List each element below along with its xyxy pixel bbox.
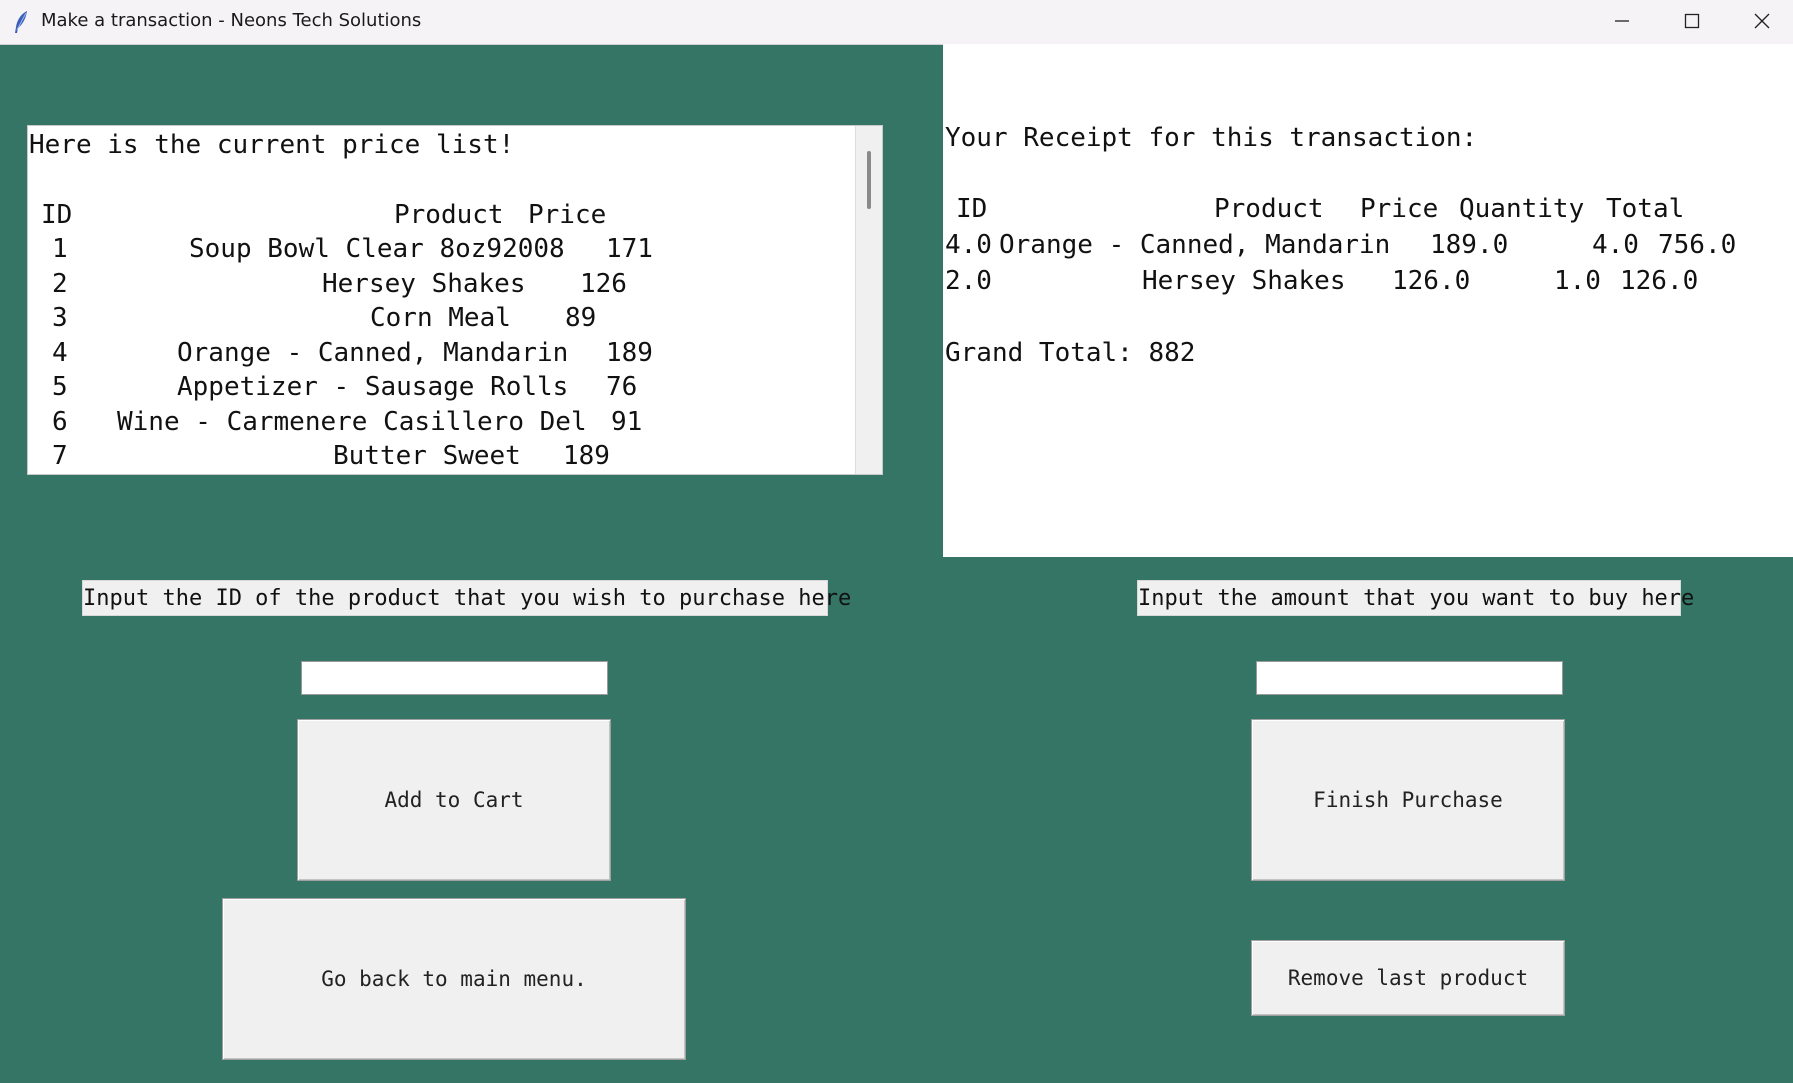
price-row-price: 126 bbox=[580, 269, 627, 299]
price-list-heading: Here is the current price list! bbox=[29, 130, 515, 160]
receipt-header-quantity: Quantity bbox=[1459, 194, 1585, 224]
receipt-heading: Your Receipt for this transaction: bbox=[945, 123, 1478, 153]
price-row-product: Soup Bowl Clear 8oz92008 bbox=[189, 234, 565, 264]
price-row-price: 76 bbox=[606, 372, 638, 402]
receipt-header-total: Total bbox=[1606, 194, 1685, 224]
price-row-id: 2 bbox=[52, 269, 68, 299]
price-row-id: 7 bbox=[52, 441, 68, 471]
minimize-button[interactable] bbox=[1587, 0, 1657, 42]
price-row-id: 4 bbox=[52, 338, 68, 368]
maximize-button[interactable] bbox=[1657, 0, 1727, 42]
back-to-main-menu-label: Go back to main menu. bbox=[321, 967, 587, 991]
remove-last-product-button[interactable]: Remove last product bbox=[1251, 940, 1565, 1016]
title-bar: Make a transaction - Neons Tech Solution… bbox=[0, 0, 1793, 45]
price-row-id: 3 bbox=[52, 303, 68, 333]
back-to-main-menu-button[interactable]: Go back to main menu. bbox=[222, 898, 686, 1060]
grand-total: Grand Total: 882 bbox=[945, 338, 1196, 368]
close-icon bbox=[1754, 13, 1770, 29]
price-row-price: 91 bbox=[611, 407, 643, 437]
receipt-row-product: Orange - Canned, Mandarin bbox=[999, 230, 1391, 260]
amount-prompt: Input the amount that you want to buy he… bbox=[1137, 580, 1694, 616]
receipt-textbox[interactable]: Your Receipt for this transaction: ID Pr… bbox=[943, 44, 1793, 557]
remove-last-product-label: Remove last product bbox=[1287, 966, 1529, 990]
price-row-id: 6 bbox=[52, 407, 68, 437]
receipt-row-total: 126.0 bbox=[1620, 266, 1699, 296]
price-list-textbox[interactable]: Here is the current price list! ID Produ… bbox=[27, 125, 883, 475]
receipt-row-total: 756.0 bbox=[1658, 230, 1737, 260]
receipt-row-quantity: 1.0 bbox=[1554, 266, 1601, 296]
price-list-header-product: Product bbox=[394, 200, 504, 230]
window-title: Make a transaction - Neons Tech Solution… bbox=[41, 10, 422, 31]
price-row-price: 189 bbox=[563, 441, 610, 471]
scrollbar-thumb[interactable] bbox=[867, 151, 871, 209]
price-row-product: Butter Sweet bbox=[333, 441, 521, 471]
minimize-icon bbox=[1615, 20, 1629, 22]
feather-icon bbox=[12, 10, 30, 34]
product-id-input[interactable] bbox=[301, 661, 608, 695]
receipt-row-id: 2.0 bbox=[945, 266, 992, 296]
product-id-prompt: Input the ID of the product that you wis… bbox=[82, 580, 851, 616]
maximize-icon bbox=[1684, 13, 1700, 29]
price-row-product: Corn Meal bbox=[370, 303, 511, 333]
price-row-price: 189 bbox=[606, 338, 653, 368]
receipt-row-product: Hersey Shakes bbox=[1142, 266, 1346, 296]
add-to-cart-label: Add to Cart bbox=[384, 788, 524, 812]
close-button[interactable] bbox=[1727, 0, 1793, 42]
receipt-row-id: 4.0 bbox=[945, 230, 992, 260]
add-to-cart-button[interactable]: Add to Cart bbox=[297, 719, 611, 881]
receipt-header-price: Price bbox=[1360, 194, 1439, 224]
price-list-scrollbar[interactable] bbox=[855, 126, 882, 474]
price-list-header-price: Price bbox=[528, 200, 607, 230]
price-row-price: 171 bbox=[606, 234, 653, 264]
receipt-row-quantity: 4.0 bbox=[1592, 230, 1639, 260]
amount-input[interactable] bbox=[1256, 661, 1563, 695]
price-row-product: Hersey Shakes bbox=[322, 269, 526, 299]
price-list-header-id: ID bbox=[41, 200, 73, 230]
receipt-header-id: ID bbox=[956, 194, 988, 224]
price-row-price: 89 bbox=[565, 303, 597, 333]
receipt-row-price: 126.0 bbox=[1392, 266, 1471, 296]
price-row-id: 1 bbox=[52, 234, 68, 264]
receipt-row-price: 189.0 bbox=[1430, 230, 1509, 260]
receipt-header-product: Product bbox=[1214, 194, 1324, 224]
price-row-product: Wine - Carmenere Casillero Del bbox=[117, 407, 587, 437]
price-row-product: Appetizer - Sausage Rolls bbox=[177, 372, 569, 402]
finish-purchase-button[interactable]: Finish Purchase bbox=[1251, 719, 1565, 881]
price-row-product: Orange - Canned, Mandarin bbox=[177, 338, 569, 368]
finish-purchase-label: Finish Purchase bbox=[1313, 788, 1503, 812]
price-row-id: 5 bbox=[52, 372, 68, 402]
